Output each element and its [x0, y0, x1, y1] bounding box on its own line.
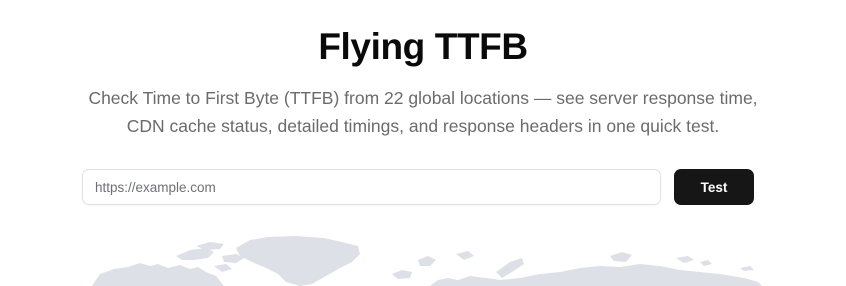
url-input[interactable]	[82, 169, 661, 205]
test-button[interactable]: Test	[674, 169, 754, 205]
ttfb-test-form: Test	[82, 169, 754, 205]
page: Flying TTFB Check Time to First Byte (TT…	[0, 0, 846, 286]
page-description: Check Time to First Byte (TTFB) from 22 …	[88, 88, 758, 136]
world-map	[92, 236, 762, 286]
world-map-land	[92, 236, 762, 286]
page-title: Flying TTFB	[318, 26, 528, 67]
